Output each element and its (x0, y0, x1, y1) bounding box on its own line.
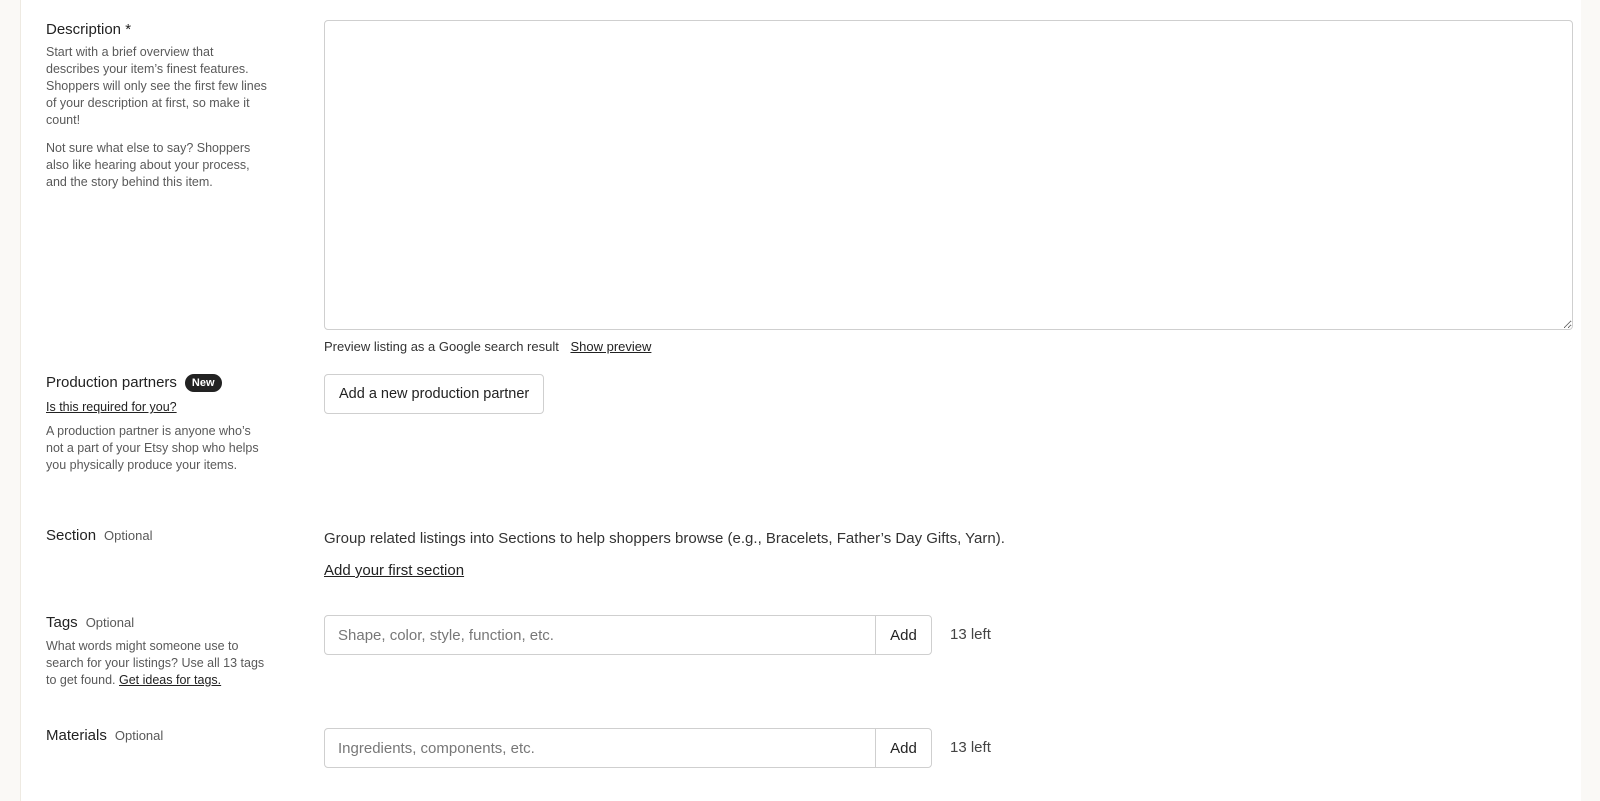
description-title: Description * (46, 21, 132, 38)
description-help: Start with a brief overview that describ… (46, 44, 268, 191)
section-title-row: Section Optional (46, 527, 268, 544)
production-partners-title: Production partners (46, 374, 177, 391)
tags-optional-label: Optional (85, 615, 135, 630)
materials-remaining-count: 13 left (950, 739, 991, 756)
materials-title: Materials (46, 727, 107, 744)
tags-title-row: Tags Optional (46, 614, 268, 631)
tags-remaining-count: 13 left (950, 626, 991, 643)
materials-add-button[interactable]: Add (875, 729, 931, 767)
materials-optional-label: Optional (114, 728, 164, 743)
section-description: Group related listings into Sections to … (324, 530, 1005, 547)
section-title: Section (46, 527, 97, 544)
show-preview-link[interactable]: Show preview (570, 339, 651, 354)
description-help-1: Start with a brief overview that describ… (46, 45, 267, 127)
production-partners-help: A production partner is anyone who’s not… (46, 424, 259, 472)
new-badge: New (184, 374, 222, 392)
tags-add-button[interactable]: Add (875, 616, 931, 654)
google-preview-row: Preview listing as a Google search resul… (324, 339, 651, 354)
description-label-group: Description * Start with a brief overvie… (46, 21, 268, 202)
description-help-2: Not sure what else to say? Shoppers also… (46, 141, 251, 189)
materials-label-group: Materials Optional (46, 727, 268, 744)
production-partners-label-group: Production partners New Is this required … (46, 374, 268, 485)
add-production-partner-button[interactable]: Add a new production partner (324, 374, 545, 414)
production-partners-help-group: Is this required for you? A production p… (46, 399, 268, 474)
production-partners-title-row: Production partners New (46, 374, 268, 392)
listing-form-panel: Description * Start with a brief overvie… (20, 0, 1581, 801)
tags-title: Tags (46, 614, 78, 631)
section-optional-label: Optional (104, 528, 153, 543)
get-tag-ideas-link[interactable]: Get ideas for tags. (119, 673, 221, 687)
tags-input[interactable] (325, 616, 875, 654)
google-preview-text: Preview listing as a Google search resul… (324, 339, 559, 354)
tags-help-group: What words might someone use to search f… (46, 638, 268, 689)
materials-input-group: Add (324, 728, 932, 768)
add-first-section-link[interactable]: Add your first section (324, 562, 464, 579)
is-this-required-link[interactable]: Is this required for you? (46, 400, 177, 414)
tags-input-group: Add (324, 615, 932, 655)
materials-title-row: Materials Optional (46, 727, 268, 744)
description-textarea[interactable] (324, 20, 1573, 330)
materials-input[interactable] (325, 729, 875, 767)
tags-label-group: Tags Optional What words might someone us… (46, 614, 268, 689)
section-label-group: Section Optional (46, 527, 268, 544)
